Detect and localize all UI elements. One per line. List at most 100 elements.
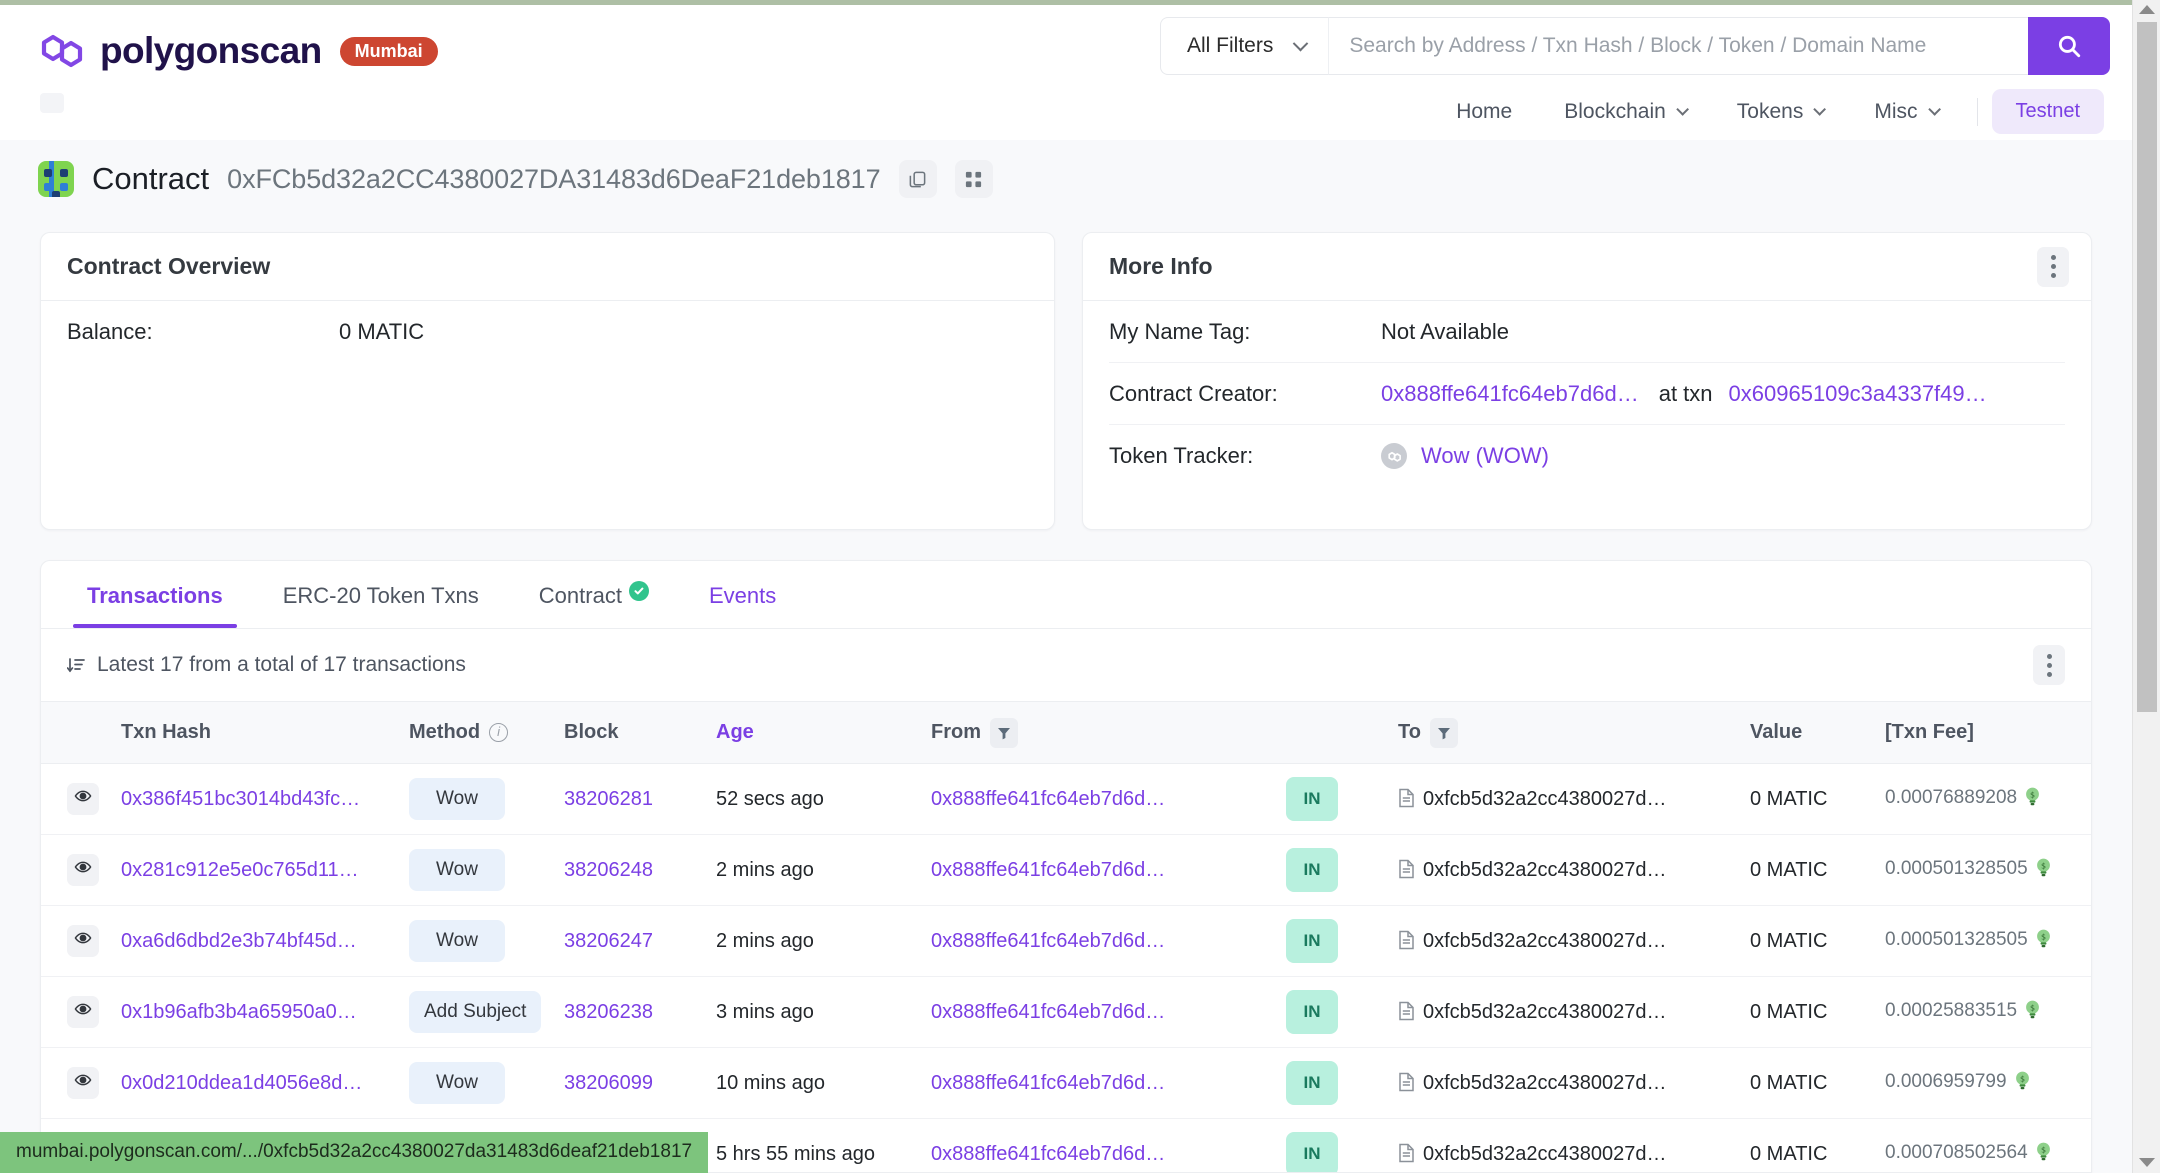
txn-hash-link[interactable]: 0x281c912e5e0c765d11… <box>121 859 359 881</box>
nav-divider <box>1976 97 1978 126</box>
tab-erc20-token-txns[interactable]: ERC-20 Token Txns <box>261 583 501 628</box>
cell-preview <box>41 905 113 977</box>
tab-contract[interactable]: Contract <box>517 581 671 628</box>
txn-fee-value: 0.000501328505 <box>1885 858 2028 879</box>
preview-txn-button[interactable] <box>67 925 99 957</box>
transactions-summary-bar: Latest 17 from a total of 17 transaction… <box>41 629 2091 701</box>
preview-txn-button[interactable] <box>67 1067 99 1099</box>
col-age[interactable]: Age <box>708 701 923 764</box>
card-title: Contract Overview <box>67 253 271 279</box>
gas-price-bulb-icon[interactable]: $ <box>2014 1071 2031 1096</box>
tab-label: ERC-20 Token Txns <box>282 583 479 608</box>
gas-price-bulb-icon[interactable]: $ <box>2035 858 2052 883</box>
info-icon[interactable]: i <box>489 723 509 742</box>
txn-fee-value: 0.00025883515 <box>1885 1000 2018 1021</box>
nav-item-tokens[interactable]: Tokens <box>1711 100 1849 124</box>
search-button[interactable] <box>2028 17 2111 75</box>
table-row[interactable]: 0xa6d6dbd2e3b74bf45d… Wow 38206247 2 mins a… <box>41 905 2091 977</box>
col-label: To <box>1398 721 1421 743</box>
txn-hash-link[interactable]: 0x386f451bc3014bd43fc… <box>121 788 360 810</box>
block-link[interactable]: 38206248 <box>564 859 653 881</box>
to-address[interactable]: 0xfcb5d32a2cc4380027d… <box>1423 859 1667 881</box>
to-address[interactable]: 0xfcb5d32a2cc4380027d… <box>1423 1143 1667 1165</box>
from-address-link[interactable]: 0x888ffe641fc64eb7d6d… <box>931 859 1165 881</box>
network-switch-testnet[interactable]: Testnet <box>1991 89 2104 134</box>
col-value: Value <box>1742 701 1877 764</box>
cell-value: 0 MATIC <box>1742 834 1877 906</box>
transactions-menu-button[interactable] <box>2033 645 2065 685</box>
gas-price-bulb-icon[interactable]: $ <box>2024 787 2041 812</box>
to-address[interactable]: 0xfcb5d32a2cc4380027d… <box>1423 1072 1667 1094</box>
block-link[interactable]: 38206247 <box>564 930 653 952</box>
preview-txn-button[interactable] <box>67 996 99 1028</box>
page-title: Contract <box>92 161 210 196</box>
filter-from-button[interactable] <box>990 717 1018 748</box>
cell-direction: IN <box>1278 976 1390 1048</box>
cell-method: Add Subject <box>401 976 556 1048</box>
block-link[interactable]: 38206099 <box>564 1072 653 1094</box>
creator-address-link[interactable]: 0x888ffe641fc64eb7d6d… <box>1381 381 1639 407</box>
page-scrollbar[interactable] <box>2132 0 2160 1173</box>
method-badge[interactable]: Wow <box>409 1062 505 1104</box>
from-address-link[interactable]: 0x888ffe641fc64eb7d6d… <box>931 788 1165 810</box>
from-address-link[interactable]: 0x888ffe641fc64eb7d6d… <box>931 1072 1165 1094</box>
col-method: Method i <box>401 701 556 764</box>
table-row[interactable]: 0x0d210ddea1d4056e8d… Wow 38206099 10 mins … <box>41 1047 2091 1119</box>
from-address-link[interactable]: 0x888ffe641fc64eb7d6d… <box>931 1001 1165 1023</box>
cell-to: 0xfcb5d32a2cc4380027d… <box>1390 763 1742 835</box>
chevron-down-icon <box>1813 103 1827 116</box>
kebab-menu-icon <box>2050 255 2056 260</box>
site-logo[interactable]: polygonscan Mumbai <box>38 29 438 73</box>
tab-events[interactable]: Events <box>687 583 798 628</box>
token-tracker-link[interactable]: Wow (WOW) <box>1421 443 1549 469</box>
to-address[interactable]: 0xfcb5d32a2cc4380027d… <box>1423 788 1667 810</box>
transactions-table-head: Txn Hash Method i Block Age From To Valu… <box>41 701 2091 764</box>
nav-item-blockchain[interactable]: Blockchain <box>1538 100 1711 124</box>
gas-price-bulb-icon[interactable]: $ <box>2035 1142 2052 1167</box>
gas-price-bulb-icon[interactable]: $ <box>2024 1000 2041 1025</box>
gas-price-bulb-icon[interactable]: $ <box>2035 929 2052 954</box>
cell-age: 2 mins ago <box>708 834 923 906</box>
txn-hash-link[interactable]: 0x0d210ddea1d4056e8d… <box>121 1072 362 1094</box>
direction-badge: IN <box>1286 1061 1338 1105</box>
filter-to-button[interactable] <box>1429 717 1458 748</box>
tab-transactions[interactable]: Transactions <box>65 583 245 628</box>
creation-txn-link[interactable]: 0x60965109c3a4337f49… <box>1729 381 1987 407</box>
nav-item-home[interactable]: Home <box>1430 100 1538 124</box>
copy-address-button[interactable] <box>898 160 937 198</box>
col-label: Txn Hash <box>121 721 212 743</box>
table-row[interactable]: 0x386f451bc3014bd43fc… Wow 38206281 52 secs… <box>41 763 2091 835</box>
scroll-up-arrow-icon[interactable] <box>2138 5 2155 14</box>
browser-status-bar: mumbai.polygonscan.com/.../0xfcb5d32a2cc… <box>0 1132 709 1173</box>
all-filters-dropdown[interactable]: All Filters <box>1160 17 1329 75</box>
preview-txn-button[interactable] <box>67 854 99 886</box>
search-input[interactable] <box>1328 17 2029 75</box>
scrollbar-thumb[interactable] <box>2137 22 2157 712</box>
from-address-link[interactable]: 0x888ffe641fc64eb7d6d… <box>931 930 1165 952</box>
col-label: [Txn Fee] <box>1885 721 1974 743</box>
preview-txn-button[interactable] <box>67 783 99 815</box>
balance-value: 0 MATIC <box>339 319 425 344</box>
more-info-menu-button[interactable] <box>2037 246 2069 287</box>
table-row[interactable]: 0x1b96afb3b4a65950a0… Add Subject 38206238… <box>41 976 2091 1048</box>
to-address[interactable]: 0xfcb5d32a2cc4380027d… <box>1423 1001 1667 1023</box>
txn-hash-link[interactable]: 0x1b96afb3b4a65950a0… <box>121 1001 357 1023</box>
method-badge[interactable]: Add Subject <box>409 991 542 1033</box>
cell-preview <box>41 763 113 835</box>
qr-code-button[interactable] <box>954 160 993 198</box>
block-link[interactable]: 38206238 <box>564 1001 653 1023</box>
method-badge[interactable]: Wow <box>409 920 505 962</box>
cell-to: 0xfcb5d32a2cc4380027d… <box>1390 1118 1742 1172</box>
method-badge[interactable]: Wow <box>409 778 505 820</box>
to-address[interactable]: 0xfcb5d32a2cc4380027d… <box>1423 930 1667 952</box>
sort-descending-icon[interactable] <box>67 655 87 675</box>
from-address-link[interactable]: 0x888ffe641fc64eb7d6d… <box>931 1143 1165 1165</box>
block-link[interactable]: 38206281 <box>564 788 653 810</box>
txn-hash-link[interactable]: 0xa6d6dbd2e3b74bf45d… <box>121 930 357 952</box>
nav-item-misc[interactable]: Misc <box>1848 100 1962 124</box>
cell-method: Wow <box>401 1047 556 1119</box>
table-row[interactable]: 0x281c912e5e0c765d11… Wow 38206248 2 mins a… <box>41 834 2091 906</box>
eye-icon <box>74 787 92 811</box>
scroll-down-arrow-icon[interactable] <box>2138 1158 2155 1167</box>
method-badge[interactable]: Wow <box>409 849 505 891</box>
